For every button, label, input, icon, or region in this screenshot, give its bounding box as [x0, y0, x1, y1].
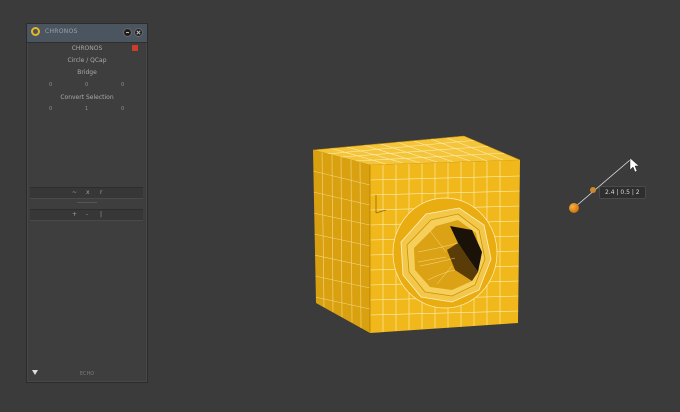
tilde-button[interactable]: ~ [72, 189, 77, 196]
minimize-icon[interactable] [123, 28, 132, 37]
status-indicator[interactable] [132, 45, 138, 51]
bar-button[interactable]: | [100, 211, 102, 218]
panel-header: CHRONOS [71, 45, 103, 52]
panel-footer: ECHO [79, 371, 95, 377]
convert-value-1[interactable]: 0 [49, 106, 52, 112]
panel-titlebar[interactable]: CHRONOS [27, 24, 147, 43]
cursor-arrow-icon [629, 157, 640, 173]
r-button[interactable]: r [100, 189, 102, 196]
panel-title: CHRONOS [45, 28, 78, 35]
plus-button[interactable]: + [72, 211, 77, 218]
convert-value-2[interactable]: 1 [85, 106, 88, 112]
bridge-value-1[interactable]: 0 [49, 82, 52, 88]
button-row-1: ~ x r [30, 187, 143, 199]
convert-value-3[interactable]: 0 [121, 106, 124, 112]
logo-icon [31, 27, 40, 36]
convert-selection-button[interactable]: Convert Selection [27, 94, 147, 101]
value-tooltip: 2.4 | 0.5 | 2 [599, 186, 646, 199]
handle-dot-icon[interactable] [590, 187, 596, 193]
button-row-2: + - | [30, 209, 143, 221]
close-icon[interactable] [134, 28, 143, 37]
tool-panel[interactable]: CHRONOS CHRONOS Circle / QCap Bridge 0 0… [26, 23, 148, 383]
x-button[interactable]: x [86, 189, 90, 196]
minus-button[interactable]: - [86, 211, 88, 218]
manipulator-handle[interactable] [569, 203, 579, 213]
bridge-button[interactable]: Bridge [27, 69, 147, 76]
circle-qcap-button[interactable]: Circle / QCap [27, 57, 147, 64]
bridge-value-2[interactable]: 0 [85, 82, 88, 88]
bridge-value-3[interactable]: 0 [121, 82, 124, 88]
